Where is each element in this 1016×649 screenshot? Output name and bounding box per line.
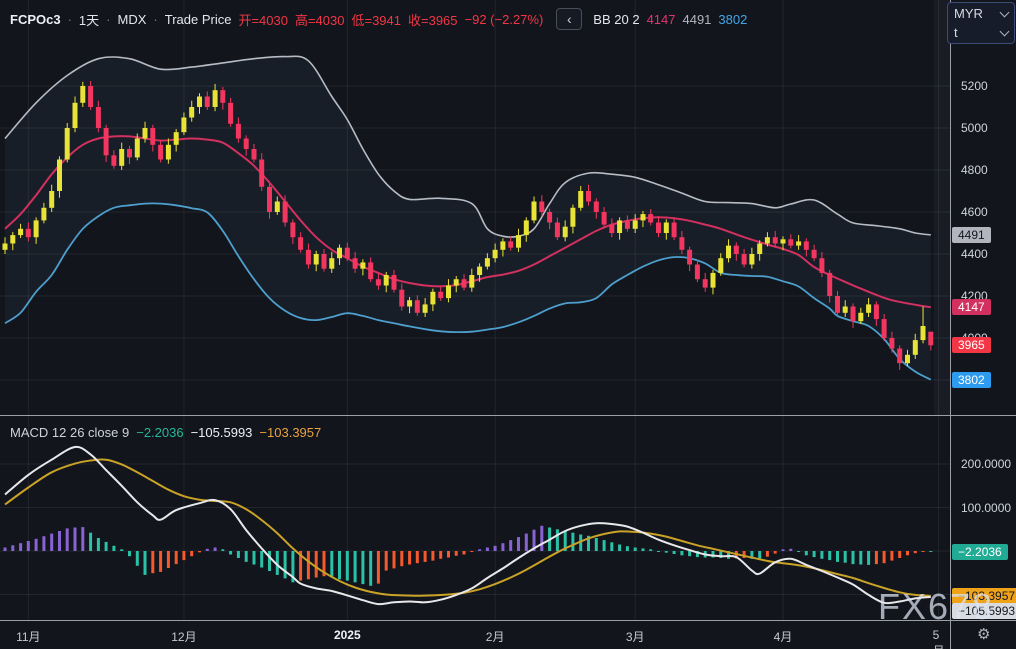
price-badge[interactable]: 4491 <box>952 226 991 243</box>
exchange-label: MDX <box>117 11 147 27</box>
separator: · <box>106 11 111 27</box>
time-axis-label: 5月 <box>932 628 945 649</box>
price-axis-tick: 5000 <box>961 121 988 135</box>
time-axis-label: 2025 <box>333 628 361 642</box>
price-axis-tick: 5200 <box>961 79 988 93</box>
macd-line-value: −105.5993 <box>190 425 253 440</box>
macd-badge[interactable]: −2.2036 <box>952 543 1008 560</box>
price-badge[interactable]: 4147 <box>952 299 991 316</box>
time-axis-label: 2月 <box>485 630 505 644</box>
time-axis-label: 12月 <box>171 630 197 644</box>
price-pane[interactable]: FCPOc3 · 1天 · MDX · Trade Price 开=4030 高… <box>0 0 950 415</box>
currency-select[interactable]: MYR <box>954 4 1010 23</box>
axis-settings-corner: ⚙ <box>951 622 1016 649</box>
time-axis-border <box>0 620 1016 621</box>
currency-value: MYR <box>954 6 983 21</box>
macd-badge[interactable]: −103.3957 <box>952 587 1016 604</box>
macd-pane[interactable]: MACD 12 26 close 9 −2.2036 −105.5993 −10… <box>0 416 950 621</box>
macd-indicator-title[interactable]: MACD 12 26 close 9 <box>10 425 129 440</box>
bb-indicator-title[interactable]: BB 20 2 <box>593 12 639 27</box>
currency-unit-selector: MYR t <box>947 2 1015 44</box>
bb-lower-value: 3802 <box>718 11 748 27</box>
price-axis-tick: 4800 <box>961 163 988 177</box>
bb-upper-value: 4491 <box>682 11 712 27</box>
low-value: 低=3941 <box>351 12 401 28</box>
macd-badge[interactable]: −105.5993 <box>952 602 1016 619</box>
interval-label[interactable]: 1天 <box>79 10 99 29</box>
trading-chart-window: FCPOc3 · 1天 · MDX · Trade Price 开=4030 高… <box>0 0 1016 649</box>
open-value: 开=4030 <box>238 12 288 28</box>
macd-signal-value: −103.3957 <box>259 425 322 440</box>
price-legend: FCPOc3 · 1天 · MDX · Trade Price 开=4030 高… <box>10 8 747 30</box>
price-axis[interactable]: MYR t ⚙ 52005000480046004400420040004491… <box>947 0 1016 649</box>
separator: · <box>153 11 158 27</box>
close-value: 收=3965 <box>408 12 458 28</box>
macd-axis-tick: 200.0000 <box>961 457 1012 471</box>
macd-legend: MACD 12 26 close 9 −2.2036 −105.5993 −10… <box>10 425 321 440</box>
time-axis[interactable]: 11月 12月 2025 2月 3月 4月 5月 <box>0 621 950 649</box>
series-type-label: Trade Price <box>164 11 232 27</box>
time-axis-label: 4月 <box>773 630 793 644</box>
macd-hist-value: −2.2036 <box>136 425 184 440</box>
legend-collapse-button[interactable]: ‹ <box>556 8 583 30</box>
bb-basis-value: 4147 <box>646 11 676 27</box>
unit-select[interactable]: t <box>954 23 1010 42</box>
change-value: −92 (−2.27%) <box>464 11 544 27</box>
price-axis-tick: 4400 <box>961 247 988 261</box>
separator: · <box>67 11 72 27</box>
price-badge[interactable]: 3965 <box>952 337 991 354</box>
price-badge[interactable]: 3802 <box>952 371 991 388</box>
settings-gear-icon[interactable]: ⚙ <box>977 625 990 643</box>
high-value: 高=4030 <box>294 12 345 28</box>
price-axis-tick: 4600 <box>961 205 988 219</box>
symbol-name[interactable]: FCPOc3 <box>10 12 61 27</box>
macd-axis-tick: 100.0000 <box>961 500 1012 515</box>
unit-value: t <box>954 25 958 40</box>
chevron-down-icon <box>999 7 1010 17</box>
pane-divider[interactable] <box>0 415 1016 416</box>
price-chart-canvas[interactable] <box>0 0 950 415</box>
time-axis-label: 3月 <box>625 630 645 644</box>
macd-chart-canvas[interactable] <box>0 416 950 621</box>
time-axis-label: 11月 <box>16 630 41 644</box>
chevron-down-icon <box>999 26 1010 36</box>
